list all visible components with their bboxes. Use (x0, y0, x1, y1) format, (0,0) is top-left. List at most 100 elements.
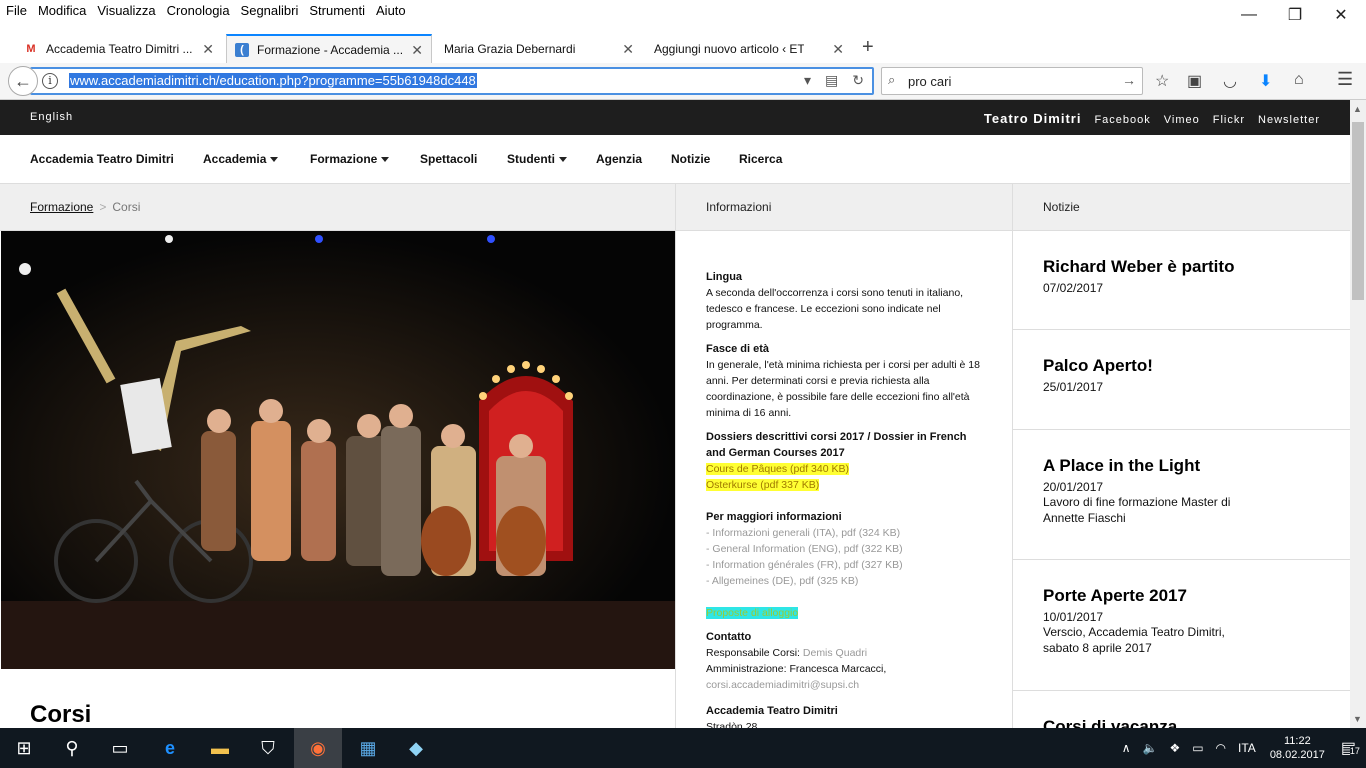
close-window-button[interactable]: ✕ (1318, 0, 1364, 30)
dropbox-icon[interactable]: ❖ (1169, 741, 1180, 755)
tab-maria-grazia[interactable]: Maria Grazia Debernardi ✕ (436, 34, 642, 64)
news-title[interactable]: A Place in the Light (1043, 456, 1320, 476)
nav-notizie[interactable]: Notizie (671, 152, 710, 166)
menu-file[interactable]: File (6, 3, 27, 18)
news-title[interactable]: Richard Weber è partito (1043, 257, 1320, 277)
news-title[interactable]: Corsi di vacanza (1043, 717, 1320, 728)
scrollbar-thumb[interactable] (1352, 122, 1364, 300)
page-scrollbar[interactable]: ▲ ▼ (1350, 100, 1366, 728)
wifi-icon[interactable]: ◠ (1216, 741, 1226, 755)
info-content: Lingua A seconda dell'occorrenza i corsi… (706, 261, 986, 728)
bookmark-star-icon[interactable]: ☆ (1155, 71, 1169, 91)
news-title[interactable]: Porte Aperte 2017 (1043, 586, 1320, 606)
search-go-icon[interactable]: → (1122, 72, 1136, 88)
dropdown-arrow-icon[interactable]: ▾ (804, 72, 811, 89)
vimeo-link[interactable]: Vimeo (1164, 114, 1200, 126)
breadcrumb-formazione-link[interactable]: Formazione (30, 200, 93, 214)
edge-icon[interactable]: e (146, 728, 194, 768)
search-bar[interactable]: ⌕ pro cari → (881, 67, 1143, 95)
pocket-icon[interactable]: ◡ (1223, 71, 1237, 91)
newsletter-link[interactable]: Newsletter (1258, 114, 1320, 126)
tray-expand-icon[interactable]: ∧ (1122, 741, 1131, 755)
news-item[interactable]: A Place in the Light 20/01/2017 Lavoro d… (1013, 430, 1350, 560)
close-tab-icon[interactable]: ✕ (411, 42, 423, 59)
back-button[interactable]: ← (8, 66, 38, 96)
site-info-icon[interactable]: i (42, 73, 58, 89)
language-indicator[interactable]: ITA (1238, 741, 1256, 755)
news-column: Notizie Richard Weber è partito 07/02/20… (1013, 184, 1350, 728)
app-icon[interactable]: ▦ (344, 728, 392, 768)
nav-studenti[interactable]: Studenti (507, 152, 567, 166)
news-item[interactable]: Palco Aperto! 25/01/2017 (1013, 330, 1350, 430)
reader-view-icon[interactable]: ▤ (825, 72, 838, 89)
tab-aggiungi[interactable]: Aggiungi nuovo articolo ‹ ETi... ✕ (646, 34, 852, 64)
close-tab-icon[interactable]: ✕ (622, 41, 634, 58)
url-bar[interactable]: i www.accademiadimitri.ch/education.php?… (30, 67, 874, 95)
menu-strumenti[interactable]: Strumenti (309, 3, 365, 18)
dossier-fr-link[interactable]: Cours de Pâques (pdf 340 KB) (706, 463, 850, 475)
download-icon[interactable]: ⬇ (1259, 71, 1272, 91)
menu-modifica[interactable]: Modifica (38, 3, 86, 18)
home-icon[interactable]: ⌂ (1294, 71, 1304, 89)
nav-accademia[interactable]: Accademia (203, 152, 279, 166)
nav-formazione[interactable]: Formazione (310, 152, 390, 166)
nav-home[interactable]: Accademia Teatro Dimitri (30, 152, 174, 166)
menu-aiuto[interactable]: Aiuto (376, 3, 406, 18)
volume-icon[interactable]: 🔈 (1142, 741, 1157, 755)
news-item[interactable]: Corsi di vacanza (1013, 691, 1350, 728)
news-title[interactable]: Palco Aperto! (1043, 356, 1320, 376)
url-text[interactable]: www.accademiadimitri.ch/education.php?pr… (69, 73, 477, 88)
dossier-de-link[interactable]: Osterkurse (pdf 337 KB) (706, 479, 820, 491)
library-icon[interactable]: ▣ (1187, 71, 1202, 91)
battery-icon[interactable]: ▭ (1192, 741, 1203, 755)
close-tab-icon[interactable]: ✕ (832, 41, 844, 58)
nav-agenzia[interactable]: Agenzia (596, 152, 642, 166)
nav-ricerca[interactable]: Ricerca (739, 152, 782, 166)
responsabile-link[interactable]: Demis Quadri (803, 647, 867, 659)
menu-cronologia[interactable]: Cronologia (167, 3, 230, 18)
tab-formazione[interactable]: ( Formazione - Accademia ... ✕ (226, 34, 432, 64)
menu-segnalibri[interactable]: Segnalibri (241, 3, 299, 18)
breadcrumb: Formazione > Corsi (0, 184, 675, 231)
language-link[interactable]: English (30, 111, 73, 123)
app-icon[interactable]: ◆ (392, 728, 440, 768)
more-info-item[interactable]: - Allgemeines (DE), pdf (325 KB) (706, 573, 986, 589)
tab-gmail[interactable]: M Accademia Teatro Dimitri ... ✕ (16, 34, 222, 64)
task-view-icon[interactable]: ▭ (96, 728, 144, 768)
firefox-icon[interactable]: ◉ (294, 728, 342, 768)
close-tab-icon[interactable]: ✕ (202, 41, 214, 58)
alloggio-link[interactable]: Proposte di alloggio (706, 607, 799, 619)
search-icon[interactable]: ⚲ (48, 728, 96, 768)
address-line: Stradòn 28 (706, 721, 758, 728)
site-icon: ( (235, 43, 249, 57)
teatro-dimitri-link[interactable]: Teatro Dimitri (984, 111, 1082, 126)
new-tab-button[interactable]: + (862, 36, 874, 59)
flickr-link[interactable]: Flickr (1213, 114, 1245, 126)
more-info-item[interactable]: - Information générales (FR), pdf (327 K… (706, 557, 986, 573)
search-input[interactable]: pro cari (908, 74, 951, 89)
file-explorer-icon[interactable]: ▬ (196, 728, 244, 768)
facebook-link[interactable]: Facebook (1094, 114, 1150, 126)
search-icon: ⌕ (888, 72, 896, 87)
email-link[interactable]: corsi.accademiadimitri@supsi.ch (706, 677, 986, 693)
more-info-item[interactable]: - General Information (ENG), pdf (322 KB… (706, 541, 986, 557)
clock[interactable]: 11:22 08.02.2017 (1270, 734, 1325, 762)
more-info-item[interactable]: - Informazioni generali (ITA), pdf (324 … (706, 525, 986, 541)
notification-icon[interactable]: ▤ 17 (1341, 738, 1360, 758)
hamburger-menu-icon[interactable]: ☰ (1337, 69, 1353, 90)
info-column: Informazioni Lingua A seconda dell'occor… (676, 184, 1013, 728)
nav-spettacoli[interactable]: Spettacoli (420, 152, 477, 166)
news-item[interactable]: Porte Aperte 2017 10/01/2017 Verscio, Ac… (1013, 560, 1350, 691)
breadcrumb-current: Corsi (112, 200, 141, 214)
scroll-down-icon[interactable]: ▼ (1353, 714, 1362, 724)
scroll-up-icon[interactable]: ▲ (1353, 104, 1362, 114)
content-column: Formazione > Corsi Corsi (0, 184, 676, 728)
news-item[interactable]: Richard Weber è partito 07/02/2017 (1013, 231, 1350, 330)
windows-start-icon[interactable]: ⊞ (0, 728, 48, 768)
minimize-button[interactable]: — (1226, 0, 1272, 30)
store-icon[interactable]: ⛉ (244, 728, 292, 768)
menu-visualizza[interactable]: Visualizza (97, 3, 155, 18)
reload-icon[interactable]: ↻ (852, 72, 864, 89)
restore-button[interactable]: ❐ (1272, 0, 1318, 30)
news-header: Notizie (1013, 184, 1350, 231)
